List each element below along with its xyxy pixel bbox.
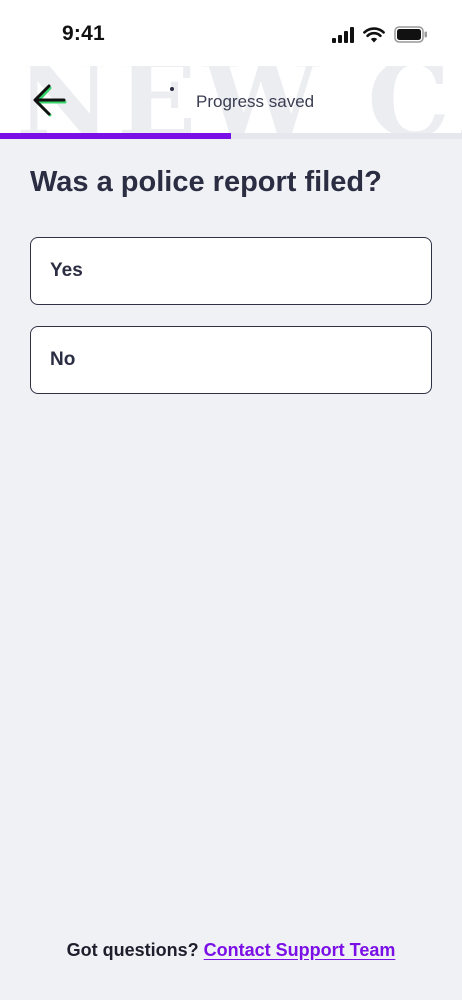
answer-options: Yes No (30, 237, 432, 415)
footer: Got questions? Contact Support Team (0, 940, 462, 961)
contact-support-link[interactable]: Contact Support Team (204, 940, 396, 960)
status-icons (332, 26, 428, 48)
header: NEW CL Progress saved (0, 66, 462, 134)
progress-saved-label: Progress saved (196, 92, 315, 111)
screen: 9:41 NEW C Progress saved Was a police r… (0, 0, 462, 1000)
status-dot (170, 87, 174, 91)
status-bar: 9:41 (0, 0, 462, 66)
arrow-left-icon (30, 83, 70, 122)
cellular-signal-icon (332, 26, 354, 48)
status-time: 9:41 (62, 22, 105, 45)
progress-bar (0, 133, 462, 139)
wifi-icon (363, 26, 385, 48)
option-no[interactable]: No (30, 326, 432, 394)
option-yes[interactable]: Yes (30, 237, 432, 305)
progress-bar-fill (0, 133, 231, 139)
footer-prompt: Got questions? (66, 940, 199, 960)
battery-icon (394, 26, 428, 48)
back-button[interactable] (28, 80, 72, 124)
question-title: Was a police report filed? (30, 166, 382, 198)
